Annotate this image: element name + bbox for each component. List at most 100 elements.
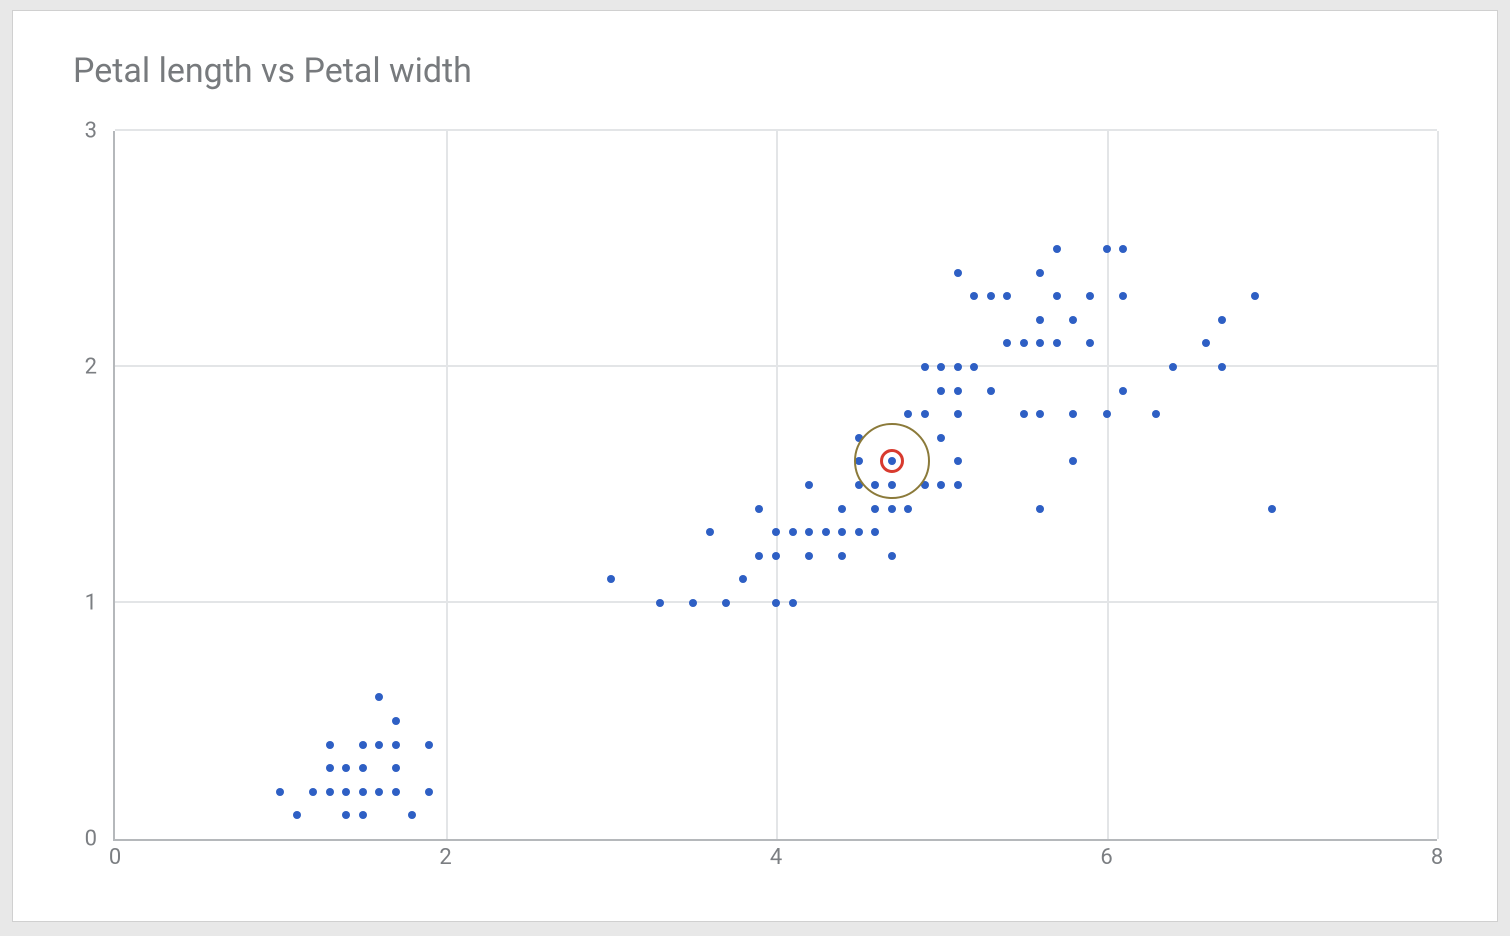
data-point[interactable] — [987, 387, 995, 395]
data-point[interactable] — [375, 788, 383, 796]
data-point[interactable] — [888, 505, 896, 513]
data-point[interactable] — [1020, 339, 1028, 347]
data-point[interactable] — [772, 552, 780, 560]
data-point[interactable] — [1218, 363, 1226, 371]
data-point[interactable] — [1069, 457, 1077, 465]
data-point[interactable] — [1003, 292, 1011, 300]
data-point[interactable] — [805, 528, 813, 536]
data-point[interactable] — [937, 434, 945, 442]
data-point[interactable] — [1036, 269, 1044, 277]
data-point[interactable] — [904, 505, 912, 513]
data-point[interactable] — [937, 387, 945, 395]
data-point[interactable] — [375, 693, 383, 701]
data-point[interactable] — [921, 363, 929, 371]
data-point[interactable] — [772, 599, 780, 607]
data-point[interactable] — [755, 552, 763, 560]
data-point[interactable] — [359, 741, 367, 749]
data-point[interactable] — [1036, 505, 1044, 513]
data-point[interactable] — [1251, 292, 1259, 300]
data-point[interactable] — [838, 528, 846, 536]
data-point[interactable] — [656, 599, 664, 607]
data-point[interactable] — [1086, 339, 1094, 347]
data-point[interactable] — [1053, 292, 1061, 300]
data-point[interactable] — [607, 575, 615, 583]
data-point[interactable] — [326, 764, 334, 772]
data-point[interactable] — [1152, 410, 1160, 418]
highlight-inner-ring-icon — [880, 449, 904, 473]
data-point[interactable] — [1086, 292, 1094, 300]
data-point[interactable] — [987, 292, 995, 300]
data-point[interactable] — [954, 269, 962, 277]
data-point[interactable] — [1036, 316, 1044, 324]
data-point[interactable] — [392, 764, 400, 772]
plot-area[interactable]: 024680123 — [113, 131, 1437, 841]
data-point[interactable] — [1169, 363, 1177, 371]
data-point[interactable] — [1218, 316, 1226, 324]
data-point[interactable] — [838, 552, 846, 560]
data-point[interactable] — [739, 575, 747, 583]
data-point[interactable] — [888, 552, 896, 560]
data-point[interactable] — [1268, 505, 1276, 513]
data-point[interactable] — [970, 292, 978, 300]
data-point[interactable] — [1119, 292, 1127, 300]
data-point[interactable] — [293, 811, 301, 819]
x-gridline — [1107, 131, 1109, 839]
data-point[interactable] — [722, 599, 730, 607]
data-point[interactable] — [342, 764, 350, 772]
data-point[interactable] — [822, 528, 830, 536]
data-point[interactable] — [954, 410, 962, 418]
data-point[interactable] — [1020, 410, 1028, 418]
data-point[interactable] — [772, 528, 780, 536]
data-point[interactable] — [342, 811, 350, 819]
data-point[interactable] — [1103, 245, 1111, 253]
data-point[interactable] — [326, 741, 334, 749]
data-point[interactable] — [689, 599, 697, 607]
data-point[interactable] — [789, 599, 797, 607]
data-point[interactable] — [871, 528, 879, 536]
data-point[interactable] — [954, 457, 962, 465]
data-point[interactable] — [954, 481, 962, 489]
data-point[interactable] — [1053, 339, 1061, 347]
data-point[interactable] — [276, 788, 284, 796]
data-point[interactable] — [970, 363, 978, 371]
data-point[interactable] — [789, 528, 797, 536]
data-point[interactable] — [1103, 410, 1111, 418]
data-point[interactable] — [392, 788, 400, 796]
data-point[interactable] — [375, 741, 383, 749]
data-point[interactable] — [1036, 410, 1044, 418]
data-point[interactable] — [706, 528, 714, 536]
data-point[interactable] — [871, 505, 879, 513]
data-point[interactable] — [425, 788, 433, 796]
data-point[interactable] — [921, 410, 929, 418]
data-point[interactable] — [359, 811, 367, 819]
data-point[interactable] — [309, 788, 317, 796]
data-point[interactable] — [392, 717, 400, 725]
data-point[interactable] — [326, 788, 334, 796]
data-point[interactable] — [805, 552, 813, 560]
data-point[interactable] — [1119, 245, 1127, 253]
data-point[interactable] — [359, 764, 367, 772]
data-point[interactable] — [1069, 410, 1077, 418]
data-point[interactable] — [1003, 339, 1011, 347]
data-point[interactable] — [855, 528, 863, 536]
data-point[interactable] — [937, 363, 945, 371]
data-point[interactable] — [954, 387, 962, 395]
data-point[interactable] — [392, 741, 400, 749]
data-point[interactable] — [937, 481, 945, 489]
data-point[interactable] — [838, 505, 846, 513]
data-point[interactable] — [904, 410, 912, 418]
x-tick-label: 0 — [109, 845, 121, 870]
page-outer: Petal length vs Petal width 024680123 — [0, 0, 1510, 936]
data-point[interactable] — [954, 363, 962, 371]
data-point[interactable] — [1119, 387, 1127, 395]
data-point[interactable] — [1036, 339, 1044, 347]
data-point[interactable] — [1053, 245, 1061, 253]
data-point[interactable] — [755, 505, 763, 513]
data-point[interactable] — [359, 788, 367, 796]
data-point[interactable] — [342, 788, 350, 796]
data-point[interactable] — [408, 811, 416, 819]
data-point[interactable] — [425, 741, 433, 749]
data-point[interactable] — [1069, 316, 1077, 324]
data-point[interactable] — [1202, 339, 1210, 347]
data-point[interactable] — [805, 481, 813, 489]
